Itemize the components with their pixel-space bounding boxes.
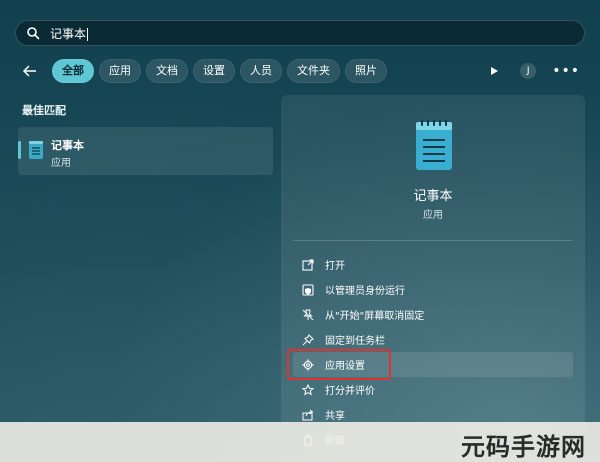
action-label: 打开 <box>325 261 345 272</box>
action-label: 打分并评价 <box>325 386 375 397</box>
star-icon <box>301 383 315 397</box>
action-app-settings[interactable]: 应用设置 <box>287 349 573 380</box>
back-button[interactable] <box>18 59 42 83</box>
action-label: 固定到任务栏 <box>325 336 385 347</box>
best-match-result[interactable]: 记事本 应用 <box>18 127 273 175</box>
run-as-admin-icon <box>301 283 315 297</box>
action-rate-review[interactable]: 打分并评价 <box>293 377 573 402</box>
share-icon <box>301 408 315 422</box>
arrow-left-icon <box>22 65 36 77</box>
unpin-icon <box>301 308 315 322</box>
play-button[interactable] <box>484 61 504 81</box>
filter-chip-documents[interactable]: 文档 <box>146 59 188 83</box>
filter-bar: 全部 应用 文档 设置 人员 文件夹 照片 J ••• <box>18 58 588 84</box>
best-match-heading: 最佳匹配 <box>22 104 66 117</box>
filter-chip-all[interactable]: 全部 <box>52 59 94 83</box>
play-icon <box>491 67 499 75</box>
divider <box>293 240 573 241</box>
action-unpin-start[interactable]: 从"开始"屏幕取消固定 <box>293 302 573 327</box>
search-bar[interactable]: 记事本 <box>15 20 585 46</box>
filter-chip-folders[interactable]: 文件夹 <box>287 59 340 83</box>
more-options-button[interactable]: ••• <box>552 64 580 78</box>
filter-right-controls: J ••• <box>484 58 580 84</box>
best-match-app-type: 应用 <box>51 158 71 169</box>
preview-app-name: 记事本 <box>413 189 453 204</box>
highlight-box <box>287 349 391 380</box>
action-open[interactable]: 打开 <box>293 252 573 277</box>
action-run-as-admin[interactable]: 以管理员身份运行 <box>293 277 573 302</box>
best-match-app-name: 记事本 <box>51 139 84 152</box>
filter-chip-apps[interactable]: 应用 <box>99 59 141 83</box>
notepad-large-icon <box>413 120 455 172</box>
avatar[interactable]: J <box>520 63 537 79</box>
watermark-text: 元码手游网 <box>461 433 586 461</box>
action-label: 共享 <box>325 411 345 422</box>
selection-indicator <box>18 141 21 159</box>
preview-app-type: 应用 <box>423 210 443 221</box>
search-input[interactable]: 记事本 <box>50 25 89 42</box>
notepad-icon <box>28 140 44 160</box>
pin-icon <box>301 333 315 347</box>
action-label: 以管理员身份运行 <box>325 286 405 297</box>
action-label: 从"开始"屏幕取消固定 <box>325 311 425 322</box>
open-external-icon <box>301 258 315 272</box>
search-icon <box>26 26 40 40</box>
text-caret <box>87 27 89 41</box>
filter-chip-people[interactable]: 人员 <box>240 59 282 83</box>
filter-chip-photos[interactable]: 照片 <box>345 59 387 83</box>
preview-panel: 记事本 应用 打开 以管理员身份运行 从"开始"屏幕取消固定 固定到任务栏 应用… <box>281 95 585 462</box>
filter-chip-settings[interactable]: 设置 <box>193 59 235 83</box>
